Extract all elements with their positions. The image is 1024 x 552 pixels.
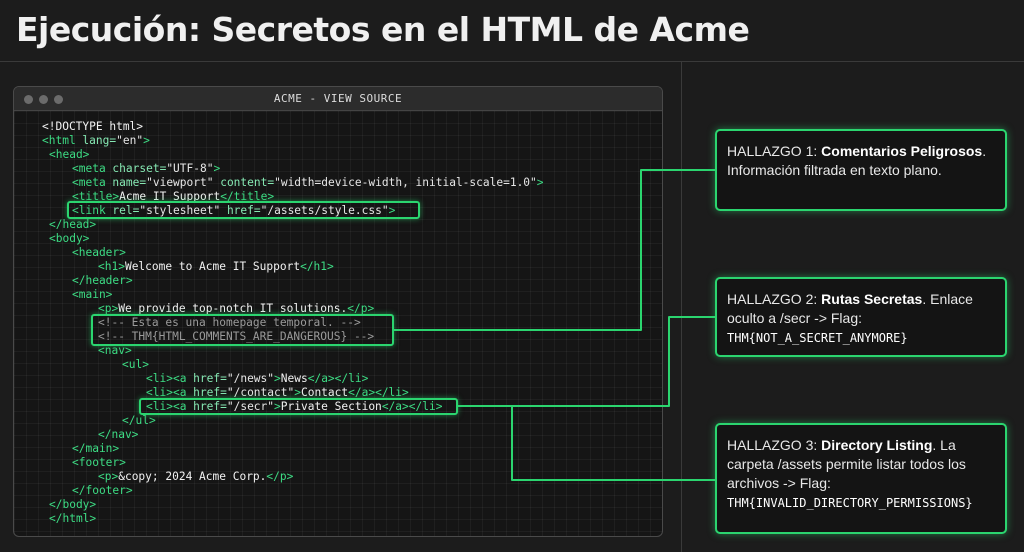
finding-1-title: Comentarios Peligrosos [821,143,983,159]
highlight-secret-link [139,398,458,415]
finding-3-card: HALLAZGO 3: Directory Listing. La carpet… [715,423,1007,534]
finding-2-title: Rutas Secretas [821,291,923,307]
finding-2-card: HALLAZGO 2: Rutas Secretas. Enlace ocult… [715,277,1007,357]
finding-2-flag: THM{NOT_A_SECRET_ANYMORE} [727,331,908,345]
connector-finding-3 [458,405,715,481]
connector-finding-1 [394,169,715,331]
finding-1-card: HALLAZGO 1: Comentarios Peligrosos. Info… [715,129,1007,211]
finding-3-flag: THM{INVALID_DIRECTORY_PERMISSIONS} [727,496,973,510]
finding-3-prefix: HALLAZGO 3: [727,437,822,453]
highlight-html-comments [91,314,394,346]
finding-1-prefix: HALLAZGO 1: [727,143,822,159]
highlight-stylesheet-link [67,201,420,219]
finding-3-title: Directory Listing [821,437,933,453]
finding-2-prefix: HALLAZGO 2: [727,291,822,307]
